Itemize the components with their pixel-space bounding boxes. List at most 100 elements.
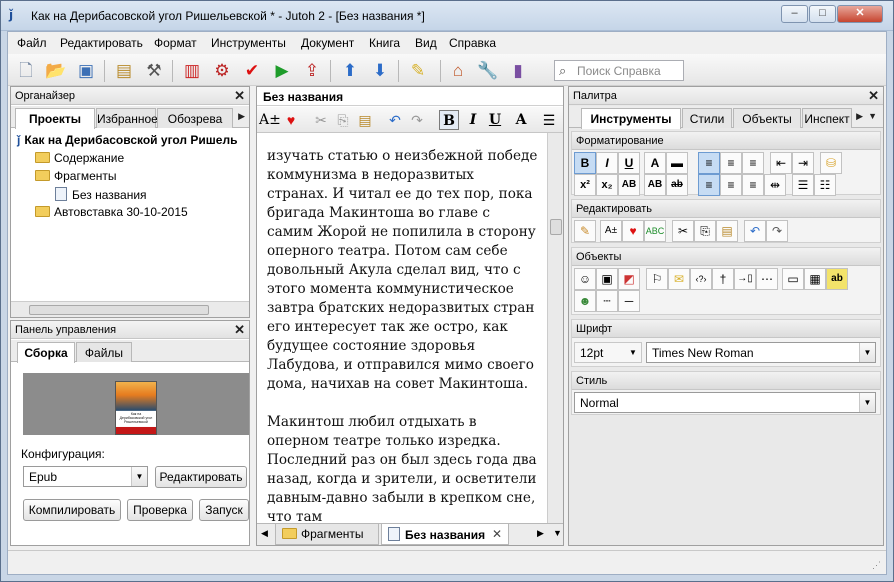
- small-caps-icon[interactable]: AB: [618, 174, 640, 196]
- tab-tools[interactable]: Инструменты: [581, 108, 681, 129]
- dotted-line-icon[interactable]: ┄: [596, 290, 618, 312]
- paste-icon[interactable]: ▤: [355, 110, 375, 130]
- maximize-button[interactable]: □: [809, 5, 836, 23]
- tab-projects[interactable]: Проекты: [15, 108, 95, 129]
- tab-styles[interactable]: Стили: [682, 108, 732, 128]
- compile-button[interactable]: Компилировать: [23, 499, 121, 521]
- close-icon[interactable]: ✕: [234, 88, 245, 104]
- properties-icon[interactable]: ▤: [112, 59, 136, 83]
- paste-icon[interactable]: ▤: [716, 220, 738, 242]
- block-indent-icon[interactable]: ⇹: [764, 174, 786, 196]
- underline-icon[interactable]: U: [618, 152, 640, 174]
- menu-help[interactable]: Справка: [449, 36, 496, 50]
- tree-item[interactable]: Автовставка 30-10-2015: [35, 205, 188, 219]
- control-icon[interactable]: ▭: [782, 268, 804, 290]
- magic-wand-icon[interactable]: ⚒: [142, 59, 166, 83]
- tree-item[interactable]: Фрагменты: [35, 169, 117, 183]
- chevron-down-icon[interactable]: ▼: [868, 111, 877, 121]
- chevron-left-icon[interactable]: ◀: [261, 528, 268, 539]
- justify-icon[interactable]: ≡: [698, 152, 720, 174]
- menu-tools[interactable]: Инструменты: [211, 36, 286, 50]
- hyperlink-icon[interactable]: →▯: [734, 268, 756, 290]
- page-break-icon[interactable]: ⋯: [756, 268, 778, 290]
- menu-book[interactable]: Книга: [369, 36, 400, 50]
- check-mark-icon[interactable]: ✔: [240, 59, 264, 83]
- tab-objects[interactable]: Объекты: [733, 108, 801, 128]
- close-button[interactable]: ✕: [837, 5, 883, 23]
- outdent-icon[interactable]: ⇤: [770, 152, 792, 174]
- tree-item[interactable]: Без названия: [55, 187, 147, 202]
- check-button[interactable]: Проверка: [127, 499, 193, 521]
- tab-inspector[interactable]: Инспект: [802, 108, 852, 128]
- subscript-icon[interactable]: x₂: [596, 174, 618, 196]
- home-icon[interactable]: ⌂: [446, 59, 470, 83]
- redo-icon[interactable]: ↷: [766, 220, 788, 242]
- tab-untitled[interactable]: Без названия ✕: [381, 524, 509, 545]
- indent-icon[interactable]: ⇥: [792, 152, 814, 174]
- underline-icon[interactable]: U: [485, 110, 505, 130]
- horizontal-rule-icon[interactable]: ▬: [666, 152, 688, 174]
- undo-icon[interactable]: ↶: [744, 220, 766, 242]
- document-text[interactable]: изучать статью о неизбежной победе комму…: [267, 147, 539, 546]
- bold-icon[interactable]: B: [439, 110, 459, 130]
- horizontal-scrollbar[interactable]: [11, 301, 249, 317]
- picture-icon[interactable]: ◩: [618, 268, 640, 290]
- font-name-select[interactable]: Times New Roman ▼: [646, 342, 876, 363]
- bullet-list-icon[interactable]: ☰: [792, 174, 814, 196]
- edit-configuration-button[interactable]: Редактировать: [155, 466, 247, 488]
- scrollbar-thumb[interactable]: [29, 305, 209, 315]
- align-right-icon[interactable]: ≡: [742, 174, 764, 196]
- tab-browser[interactable]: Обозрева: [157, 108, 233, 128]
- italic-icon[interactable]: I: [463, 110, 483, 130]
- strikethrough-icon[interactable]: ab: [666, 174, 688, 196]
- minimize-button[interactable]: –: [781, 5, 808, 23]
- vertical-scrollbar[interactable]: [547, 133, 563, 525]
- popup-icon[interactable]: ☻: [574, 290, 596, 312]
- style-bucket-icon[interactable]: ⛁: [820, 152, 842, 174]
- bold-icon[interactable]: B: [574, 152, 596, 174]
- copy-icon[interactable]: ⎘: [694, 220, 716, 242]
- edit-pencil-icon[interactable]: ✎: [574, 220, 596, 242]
- notes-icon[interactable]: ✎: [406, 59, 430, 83]
- table-icon[interactable]: ▦: [804, 268, 826, 290]
- text-color-icon[interactable]: A: [511, 110, 531, 130]
- book-run-icon[interactable]: ▥: [180, 59, 204, 83]
- library-books-icon[interactable]: ▮: [506, 59, 530, 83]
- style-select[interactable]: Normal ▼: [574, 392, 876, 413]
- close-icon[interactable]: ✕: [492, 527, 502, 541]
- tab-fragments[interactable]: Фрагменты: [275, 524, 379, 545]
- caps-icon[interactable]: AB: [644, 174, 666, 196]
- font-size-icon[interactable]: A±: [259, 110, 281, 130]
- tab-build[interactable]: Сборка: [17, 342, 75, 363]
- align-center-icon[interactable]: ≡: [720, 152, 742, 174]
- scrollbar-thumb[interactable]: [550, 219, 562, 235]
- save-icon[interactable]: ▣: [74, 59, 98, 83]
- image-icon[interactable]: ▣: [596, 268, 618, 290]
- export-icon[interactable]: ⇪: [300, 59, 324, 83]
- align-right-icon[interactable]: ≡: [742, 152, 764, 174]
- heart-icon[interactable]: ♥: [622, 220, 644, 242]
- pin-icon[interactable]: †: [712, 268, 734, 290]
- spellcheck-icon[interactable]: ABC: [644, 220, 666, 242]
- chevron-right-icon[interactable]: ▶: [856, 111, 863, 122]
- numbered-list-icon[interactable]: ☷: [814, 174, 836, 196]
- chevron-right-icon[interactable]: ▶: [537, 528, 544, 539]
- font-size-select[interactable]: 12pt ▼: [574, 342, 642, 363]
- cut-icon[interactable]: ✂: [672, 220, 694, 242]
- new-file-icon[interactable]: 🗋: [14, 59, 38, 83]
- italic-icon[interactable]: I: [596, 152, 618, 174]
- horizontal-line-icon[interactable]: ─: [618, 290, 640, 312]
- text-box-icon[interactable]: ab: [826, 268, 848, 290]
- align-icon[interactable]: ☰: [539, 110, 559, 130]
- bookmark-icon[interactable]: ⚐: [646, 268, 668, 290]
- arrow-down-icon[interactable]: ⬇: [368, 59, 392, 83]
- wrench-icon[interactable]: 🔧: [476, 59, 500, 83]
- cut-icon[interactable]: ✂: [311, 110, 331, 130]
- tree-root[interactable]: ǰ Как на Дерибасовской угол Ришель: [17, 133, 237, 147]
- tree-item[interactable]: Содержание: [35, 151, 124, 165]
- menu-document[interactable]: Документ: [301, 36, 354, 50]
- help-search-input[interactable]: ⌕ Поиск Справка: [554, 60, 684, 81]
- close-icon[interactable]: ✕: [234, 322, 245, 338]
- align-center-icon[interactable]: ≡: [720, 174, 742, 196]
- undo-icon[interactable]: ↶: [385, 110, 405, 130]
